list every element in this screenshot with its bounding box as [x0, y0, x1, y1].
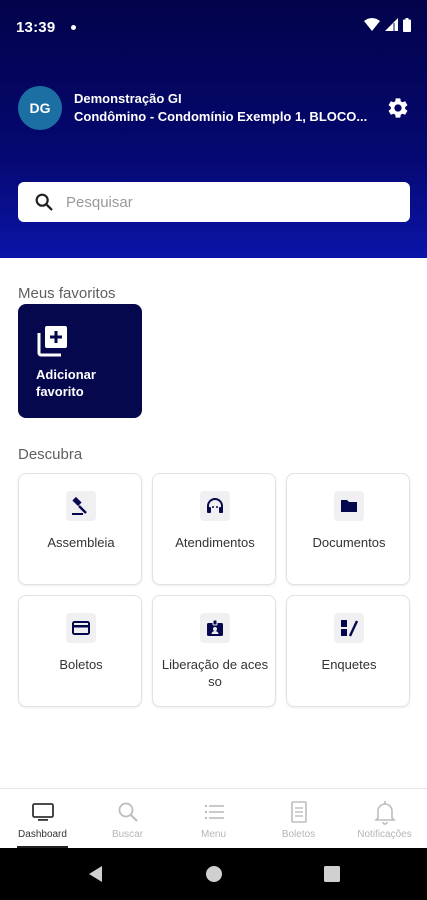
status-bar: 13:39 — [0, 0, 427, 56]
headset-icon — [200, 491, 230, 521]
home-icon[interactable] — [204, 864, 224, 884]
nav-label: Menu — [200, 829, 226, 840]
poll-icon — [334, 613, 364, 643]
tile-assembleia[interactable]: Assembleia — [18, 473, 142, 585]
signal-icon — [385, 18, 398, 31]
status-icons — [364, 18, 411, 32]
nav-notificacoes[interactable]: Notificações — [342, 789, 427, 849]
add-favorite-label: Adicionar favorito — [36, 367, 96, 399]
battery-icon — [403, 18, 411, 32]
monitor-icon — [32, 803, 54, 821]
tile-enquetes[interactable]: Enquetes — [286, 595, 410, 707]
add-library-icon — [37, 326, 67, 357]
bell-icon — [374, 801, 396, 825]
search-icon — [35, 193, 53, 211]
bottom-nav: Dashboard Buscar Menu Boletos Notificaçõ… — [0, 788, 427, 848]
nav-dashboard[interactable]: Dashboard — [0, 789, 85, 849]
back-icon[interactable] — [86, 864, 104, 884]
recents-icon[interactable] — [323, 865, 341, 883]
badge-icon — [200, 613, 230, 643]
tile-label: Enquetes — [321, 657, 377, 672]
nav-boletos[interactable]: Boletos — [256, 789, 341, 849]
favorites-title: Meus favoritos — [18, 285, 116, 302]
status-time: 13:39 — [16, 19, 56, 36]
nav-label: Buscar — [111, 829, 144, 840]
tile-atendimentos[interactable]: Atendimentos — [152, 473, 276, 585]
menu-icon — [204, 804, 224, 820]
gavel-icon — [66, 491, 96, 521]
notification-dot-icon — [71, 25, 76, 30]
bill-icon — [291, 801, 307, 823]
gear-icon[interactable] — [386, 96, 410, 120]
tile-boletos[interactable]: Boletos — [18, 595, 142, 707]
user-subtitle: Condômino - Condomínio Exemplo 1, BLOCO.… — [74, 109, 368, 124]
wifi-icon — [364, 18, 380, 31]
tile-label: Atendimentos — [175, 535, 255, 550]
credit-card-icon — [66, 613, 96, 643]
system-nav-bar — [0, 848, 427, 900]
discover-title: Descubra — [18, 446, 83, 463]
nav-label: Dashboard — [18, 829, 67, 840]
avatar[interactable]: DG — [18, 86, 62, 130]
tile-documentos[interactable]: Documentos — [286, 473, 410, 585]
nav-buscar[interactable]: Buscar — [85, 789, 170, 849]
nav-label: Notificações — [357, 829, 412, 840]
nav-label: Boletos — [281, 829, 316, 840]
header: 13:39 DG Demonstração GI Condômino - Con… — [0, 0, 427, 258]
tile-label: Assembleia — [47, 535, 115, 550]
search-bar[interactable] — [18, 182, 410, 222]
nav-menu[interactable]: Menu — [171, 789, 256, 849]
tile-label: Liberação de acesso — [161, 657, 269, 689]
search-input[interactable] — [66, 182, 396, 222]
folder-icon — [334, 491, 364, 521]
tile-liberacao-acesso[interactable]: Liberação de acesso — [152, 595, 276, 707]
user-name: Demonstração GI — [74, 91, 182, 106]
search-icon — [118, 802, 138, 822]
tile-label: Boletos — [59, 657, 103, 672]
add-favorite-button[interactable]: Adicionar favorito — [18, 304, 142, 418]
tile-label: Documentos — [312, 535, 386, 550]
